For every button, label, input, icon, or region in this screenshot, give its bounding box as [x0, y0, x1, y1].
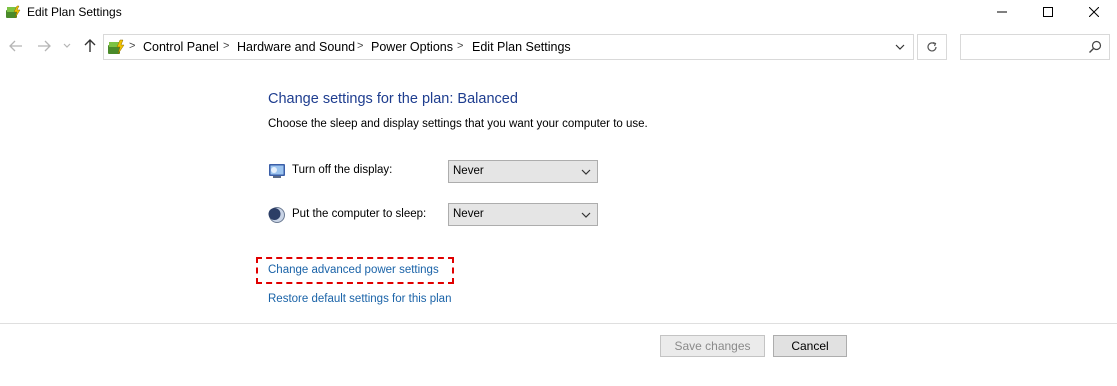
display-timeout-label: Turn off the display:	[292, 164, 393, 176]
breadcrumb-edit-plan-settings[interactable]: Edit Plan Settings	[472, 40, 571, 54]
title-bar: Edit Plan Settings	[0, 0, 1117, 24]
back-button[interactable]	[7, 37, 25, 55]
refresh-icon	[927, 41, 937, 52]
arrow-left-icon	[9, 40, 22, 52]
chevron-down-icon	[581, 169, 591, 175]
breadcrumb-separator: >	[129, 40, 136, 52]
forward-button[interactable]	[35, 37, 53, 55]
sleep-timeout-value: Never	[453, 208, 484, 220]
cancel-button[interactable]: Cancel	[773, 335, 847, 357]
display-timeout-value: Never	[453, 165, 484, 177]
window-title: Edit Plan Settings	[27, 5, 122, 19]
minimize-button[interactable]	[979, 0, 1025, 24]
save-changes-button[interactable]: Save changes	[660, 335, 765, 357]
breadcrumb-control-panel[interactable]: Control Panel	[143, 40, 219, 54]
close-icon	[1089, 7, 1099, 17]
address-history-dropdown[interactable]	[886, 34, 914, 60]
chevron-down-icon	[895, 44, 905, 50]
page-description: Choose the sleep and display settings th…	[268, 118, 648, 130]
close-button[interactable]	[1071, 0, 1117, 24]
breadcrumb-power-options[interactable]: Power Options	[371, 40, 453, 54]
monitor-icon	[269, 164, 285, 178]
minimize-icon	[997, 11, 1007, 13]
search-box[interactable]	[960, 34, 1110, 60]
breadcrumb-separator: >	[223, 40, 230, 52]
breadcrumb-separator: >	[457, 40, 464, 52]
advanced-power-settings-link[interactable]: Change advanced power settings	[268, 264, 439, 276]
maximize-button[interactable]	[1025, 0, 1071, 24]
breadcrumb-separator: >	[357, 40, 364, 52]
chevron-down-icon	[63, 43, 71, 48]
search-icon	[1089, 40, 1102, 53]
maximize-icon	[1043, 7, 1053, 17]
page-title: Change settings for the plan: Balanced	[268, 91, 518, 107]
breadcrumb-hardware-and-sound[interactable]: Hardware and Sound	[237, 40, 355, 54]
sleep-timeout-select[interactable]: Never	[448, 203, 598, 226]
restore-defaults-link[interactable]: Restore default settings for this plan	[268, 293, 451, 305]
address-bar[interactable]: > Control Panel > Hardware and Sound > P…	[103, 34, 914, 60]
display-timeout-select[interactable]: Never	[448, 160, 598, 183]
chevron-down-icon	[581, 212, 591, 218]
sleep-moon-icon	[268, 207, 285, 223]
recent-locations-button[interactable]	[61, 37, 73, 55]
footer-divider	[0, 323, 1117, 324]
power-options-icon	[6, 5, 21, 19]
up-button[interactable]	[81, 37, 99, 55]
arrow-up-icon	[84, 39, 96, 52]
power-options-icon	[108, 39, 125, 55]
arrow-right-icon	[38, 40, 51, 52]
sleep-timeout-label: Put the computer to sleep:	[292, 208, 427, 220]
refresh-button[interactable]	[917, 34, 947, 60]
search-input[interactable]	[965, 38, 1083, 56]
